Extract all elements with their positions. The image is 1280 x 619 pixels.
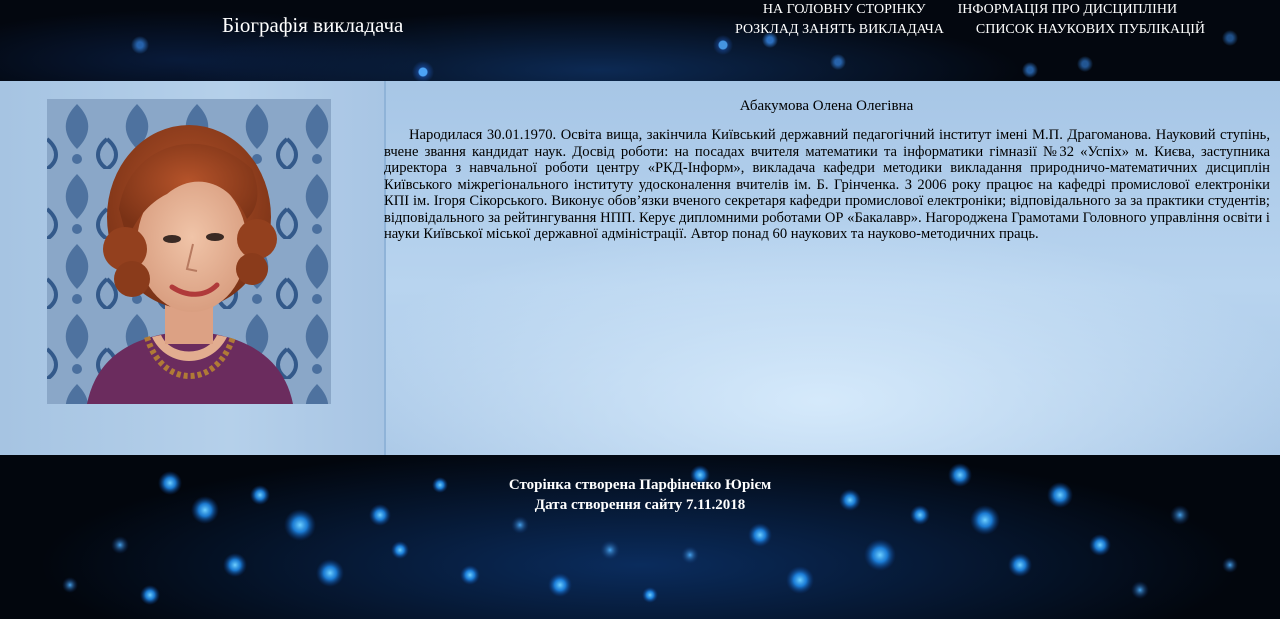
teacher-name: Абакумова Олена Олегівна [739,98,914,114]
nav-link-disciplines[interactable]: ІНФОРМАЦІЯ ПРО ДИСЦИПЛІНИ [958,2,1177,17]
nav-link-schedule[interactable]: РОЗКЛАД ЗАНЯТЬ ВИКЛАДАЧА [735,22,944,37]
page-footer: Сторінка створена Парфіненко Юрієм Дата … [0,455,1280,619]
footer-created-by: Сторінка створена Парфіненко Юрієм [508,477,772,493]
page-header: Біографія викладача НА ГОЛОВНУ СТОРІНКУ … [0,0,1280,81]
site-title: Біографія викладача [222,13,404,37]
biography-text: Народилася 30.01.1970. Освіта вища, закі… [384,127,1270,242]
main-nav: НА ГОЛОВНУ СТОРІНКУ ІНФОРМАЦІЯ ПРО ДИСЦИ… [640,0,1280,39]
nav-link-publications[interactable]: СПИСОК НАУКОВИХ ПУБЛІКАЦІЙ [976,22,1205,37]
photo-panel [0,81,386,455]
footer-created-date: Дата створення сайту 7.11.2018 [534,497,746,513]
portrait-image [47,99,331,404]
nav-link-home[interactable]: НА ГОЛОВНУ СТОРІНКУ [763,2,926,17]
footer-credits: Сторінка створена Парфіненко Юрієм Дата … [0,475,1280,515]
teacher-photo [47,99,331,404]
main-content: Абакумова Олена Олегівна Народилася 30.0… [0,81,1280,455]
biography-content: Абакумова Олена Олегівна Народилася 30.0… [384,81,1280,455]
